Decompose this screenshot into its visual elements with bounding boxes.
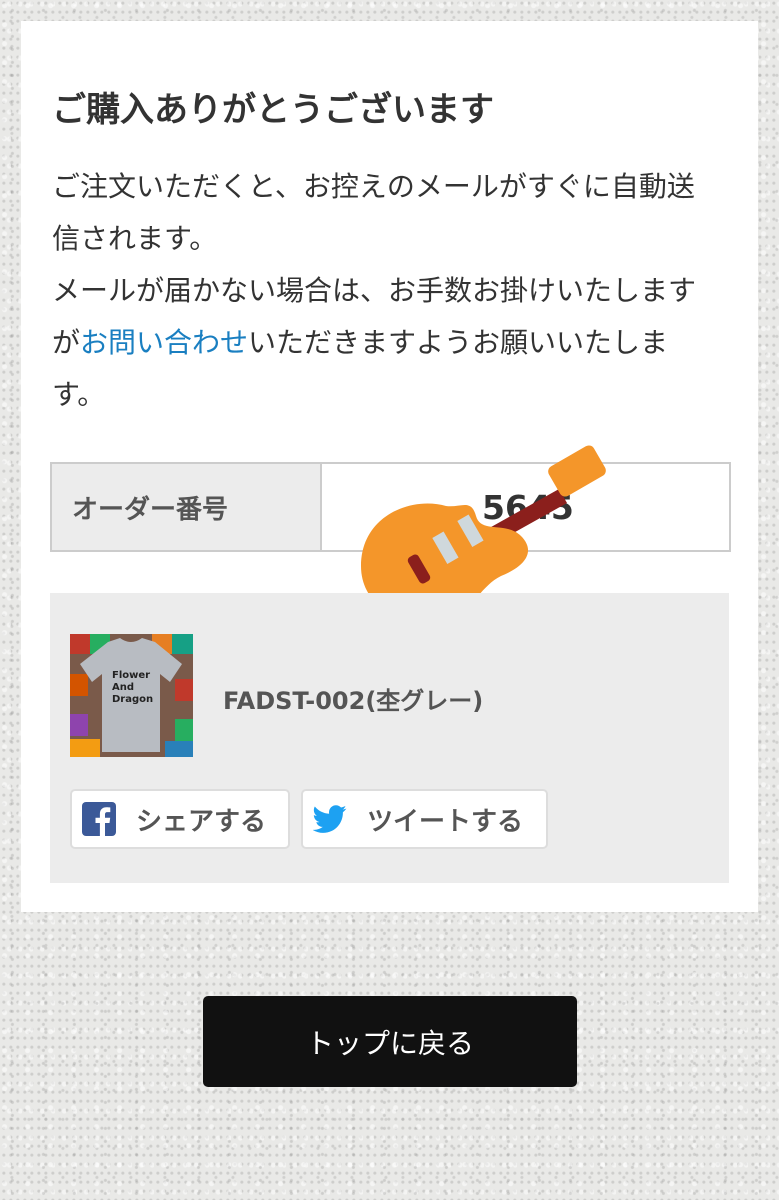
message-line-4-prefix: が <box>52 326 81 359</box>
page-title: ご購入ありがとうございます <box>52 90 494 130</box>
product-section: Flower And Dragon FADST-002(杢グレー) シェアする … <box>50 593 729 883</box>
thumbnail-text-2: And <box>112 682 134 693</box>
order-complete-card: ご購入ありがとうございます ご注文いただくと、お控えのメールがすぐに自動送 信さ… <box>21 21 758 912</box>
message-line-2: 信されます。 <box>52 222 218 255</box>
contact-link[interactable]: お問い合わせ <box>80 326 248 359</box>
message-line-5: す。 <box>52 378 106 411</box>
message-line-3: メールが届かない場合は、お手数お掛けいたします <box>52 274 697 307</box>
thumbnail-text-3: Dragon <box>112 694 153 705</box>
message-line-4: がお問い合わせいただきますようお願いいたしま <box>52 317 732 369</box>
back-to-top-button[interactable]: トップに戻る <box>203 996 577 1087</box>
product-name[interactable]: FADST-002(杢グレー) <box>223 681 483 716</box>
facebook-share-label: シェアする <box>136 806 267 837</box>
message-line-1: ご注文いただくと、お控えのメールがすぐに自動送 <box>52 170 695 203</box>
facebook-icon <box>82 802 116 836</box>
thumbnail-text-1: Flower <box>112 670 150 681</box>
order-number-label: オーダー番号 <box>52 464 322 550</box>
thank-you-message: ご注文いただくと、お控えのメールがすぐに自動送 信されます。 メールが届かない場… <box>52 161 732 421</box>
product-thumbnail[interactable]: Flower And Dragon <box>70 634 193 757</box>
twitter-icon <box>313 805 347 833</box>
message-line-4-suffix: いただきますようお願いいたしま <box>248 326 669 359</box>
twitter-tweet-button[interactable]: ツイートする <box>301 789 548 849</box>
twitter-tweet-label: ツイートする <box>367 806 524 837</box>
facebook-share-button[interactable]: シェアする <box>70 789 290 849</box>
